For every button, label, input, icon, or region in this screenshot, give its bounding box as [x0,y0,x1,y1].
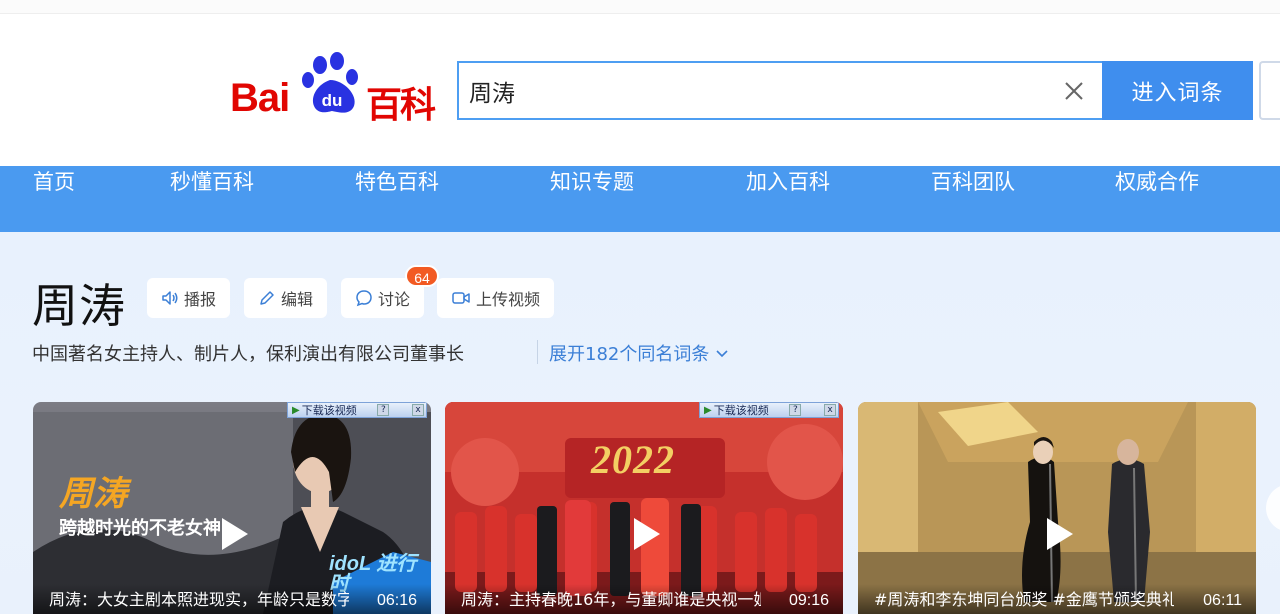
chevron-down-icon [716,350,728,358]
expand-homonyms-link[interactable]: 展开182个同名词条 [549,340,729,366]
broadcast-button[interactable]: 播报 [147,278,231,318]
download-video-label: 下载该视频 [301,404,357,417]
nav-item-cooperation[interactable]: 权威合作 [1115,166,1199,232]
play-icon[interactable] [624,514,664,554]
video-title: 周涛：大女主剧本照进现实，年龄只是数字 [49,590,349,609]
video-card[interactable]: ▶ 下载该视频 ? x 周涛 跨越时光的不老女神 idoL 进行时 周涛：大女主… [33,402,431,614]
nav-item-team[interactable]: 百科团队 [931,166,1015,232]
entry-content: 周涛 播报 编辑 讨论 64 上传视频 中国著名女主持人、制片人，保利演出有限公… [0,232,1280,614]
download-video-bar[interactable]: ▶ 下载该视频 ? x [699,402,839,418]
video-duration: 09:16 [788,592,829,609]
entry-title: 周涛 [32,279,126,333]
search-box [457,61,1102,120]
upload-video-label: 上传视频 [476,290,541,309]
expand-homonyms-label: 展开182个同名词条 [549,344,710,365]
help-icon[interactable]: ? [789,404,802,416]
close-icon[interactable]: x [823,404,836,416]
nav-item-topics[interactable]: 知识专题 [550,166,634,232]
video-title: 周涛：主持春晚16年，与董卿谁是央视一姐 [461,590,761,609]
site-header: Bai du 百科 进入词条 [0,14,1280,166]
play-triangle-icon: ▶ [704,404,712,416]
logo-baike-text: 百科 [366,85,436,126]
video-overlay-subtitle: 跨越时光的不老女神 [59,518,221,539]
close-icon[interactable]: x [411,404,424,416]
play-icon[interactable] [1037,514,1077,554]
help-icon[interactable]: ? [377,404,390,416]
enter-entry-button[interactable]: 进入词条 [1102,61,1253,120]
video-overlay-year: 2022 [591,437,675,482]
comment-icon [356,290,372,307]
download-video-bar[interactable]: ▶ 下载该视频 ? x [287,402,427,418]
logo-bai-text: Bai [230,76,290,120]
paw-icon: du [302,52,358,113]
video-card[interactable]: ▶ 下载该视频 ? x 2022 周涛：主持春晚16年，与董卿谁是央视一姐 09… [445,402,843,614]
browser-top-strip [0,0,1280,14]
video-thumbnail [445,402,843,614]
video-thumbnail [858,402,1256,614]
play-icon[interactable] [212,514,252,554]
nav-item-miaodong[interactable]: 秒懂百科 [170,166,254,232]
video-card[interactable]: #周涛和李东坤同台颁奖 #金鹰节颁奖典礼 06:11 [858,402,1256,614]
video-duration: 06:16 [376,592,417,609]
search-input[interactable] [469,73,1049,109]
upload-video-button[interactable]: 上传视频 [437,278,555,318]
video-title: #周涛和李东坤同台颁奖 #金鹰节颁奖典礼 [874,590,1174,609]
nav-item-join[interactable]: 加入百科 [746,166,830,232]
description-divider [537,340,538,364]
speaker-icon [162,291,178,305]
discuss-label: 讨论 [378,290,411,309]
clear-icon[interactable] [1060,77,1088,105]
carousel-next-button[interactable] [1266,484,1280,532]
logo-du-text: du [322,91,343,110]
pencil-icon [260,291,274,305]
video-overlay-name: 周涛 [59,474,127,514]
download-video-label: 下载该视频 [713,404,769,417]
main-nav: 首页 秒懂百科 特色百科 知识专题 加入百科 百科团队 权威合作 [0,166,1280,232]
broadcast-label: 播报 [184,290,217,309]
play-triangle-icon: ▶ [292,404,300,416]
entry-description: 中国著名女主持人、制片人，保利演出有限公司董事长 [32,344,464,365]
video-camera-icon [452,292,470,304]
discuss-count-badge: 64 [405,265,439,287]
baidu-baike-logo[interactable]: Bai du 百科 [230,50,440,126]
nav-item-special[interactable]: 特色百科 [355,166,439,232]
search-site-button[interactable] [1259,61,1280,120]
edit-button[interactable]: 编辑 [244,278,328,318]
nav-item-home[interactable]: 首页 [33,166,75,232]
edit-label: 编辑 [281,290,314,309]
video-duration: 06:11 [1203,592,1242,609]
